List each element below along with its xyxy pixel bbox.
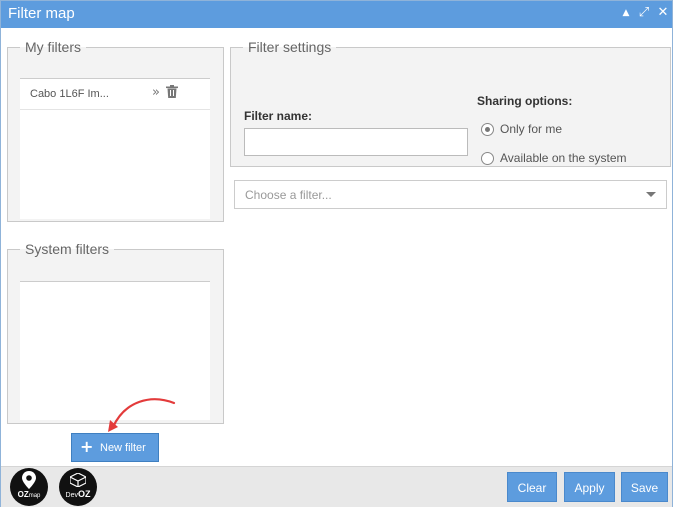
curved-arrow-icon — [108, 398, 176, 432]
footer-bar: OZmap DevOZ Clear Apply Save — [1, 466, 672, 507]
collapse-icon[interactable]: ▲ — [618, 4, 634, 22]
filter-settings-legend: Filter settings — [248, 39, 332, 55]
devoz-text: DevOZ — [65, 489, 91, 499]
radio-available-on-system[interactable]: Available on the system — [481, 151, 627, 166]
save-button[interactable]: Save — [621, 472, 668, 502]
plus-icon: + — [80, 437, 94, 456]
select-placeholder: Choose a filter... — [245, 188, 332, 202]
radio-label: Available on the system — [500, 151, 627, 165]
map-pin-icon — [22, 471, 36, 489]
new-filter-label: New filter — [100, 442, 146, 454]
my-filters-panel: My filters Cabo 1L6F Im... » — [7, 39, 224, 222]
trash-icon[interactable] — [165, 85, 179, 101]
cube-icon — [69, 472, 87, 488]
clear-button[interactable]: Clear — [507, 472, 557, 502]
sharing-options-title: Sharing options: — [477, 94, 573, 108]
ozmap-logo: OZmap — [10, 468, 48, 506]
filter-name-label: Filter name: — [244, 109, 313, 123]
maximize-icon[interactable]: ⤢ — [636, 4, 652, 22]
titlebar[interactable]: Filter map ▲ ⤢ ✕ — [1, 1, 672, 28]
filter-map-window: Filter map ▲ ⤢ ✕ My filters Cabo 1L6F Im… — [0, 0, 673, 507]
apply-button[interactable]: Apply — [564, 472, 615, 502]
double-chevron-right-icon[interactable]: » — [149, 85, 163, 101]
filter-settings-panel: Filter settings Filter name: Sharing opt… — [230, 39, 671, 167]
chevron-down-icon — [646, 192, 656, 197]
my-filters-legend: My filters — [25, 39, 81, 55]
choose-filter-select[interactable]: Choose a filter... — [234, 180, 667, 209]
new-filter-button[interactable]: + New filter — [71, 433, 159, 462]
list-item-label: Cabo 1L6F Im... — [30, 88, 109, 100]
radio-only-for-me[interactable]: Only for me — [481, 122, 563, 137]
window-title: Filter map — [8, 5, 75, 22]
my-filters-list[interactable]: Cabo 1L6F Im... » — [20, 78, 210, 219]
radio-selected-icon[interactable] — [481, 123, 494, 137]
filter-name-input[interactable] — [244, 128, 468, 156]
radio-label: Only for me — [500, 122, 563, 136]
close-icon[interactable]: ✕ — [655, 4, 671, 22]
radio-unselected-icon[interactable] — [481, 152, 494, 166]
list-item[interactable]: Cabo 1L6F Im... » — [20, 79, 210, 110]
devoz-logo: DevOZ — [59, 468, 97, 506]
system-filters-legend: System filters — [25, 241, 110, 257]
ozmap-text: OZmap — [17, 490, 41, 499]
